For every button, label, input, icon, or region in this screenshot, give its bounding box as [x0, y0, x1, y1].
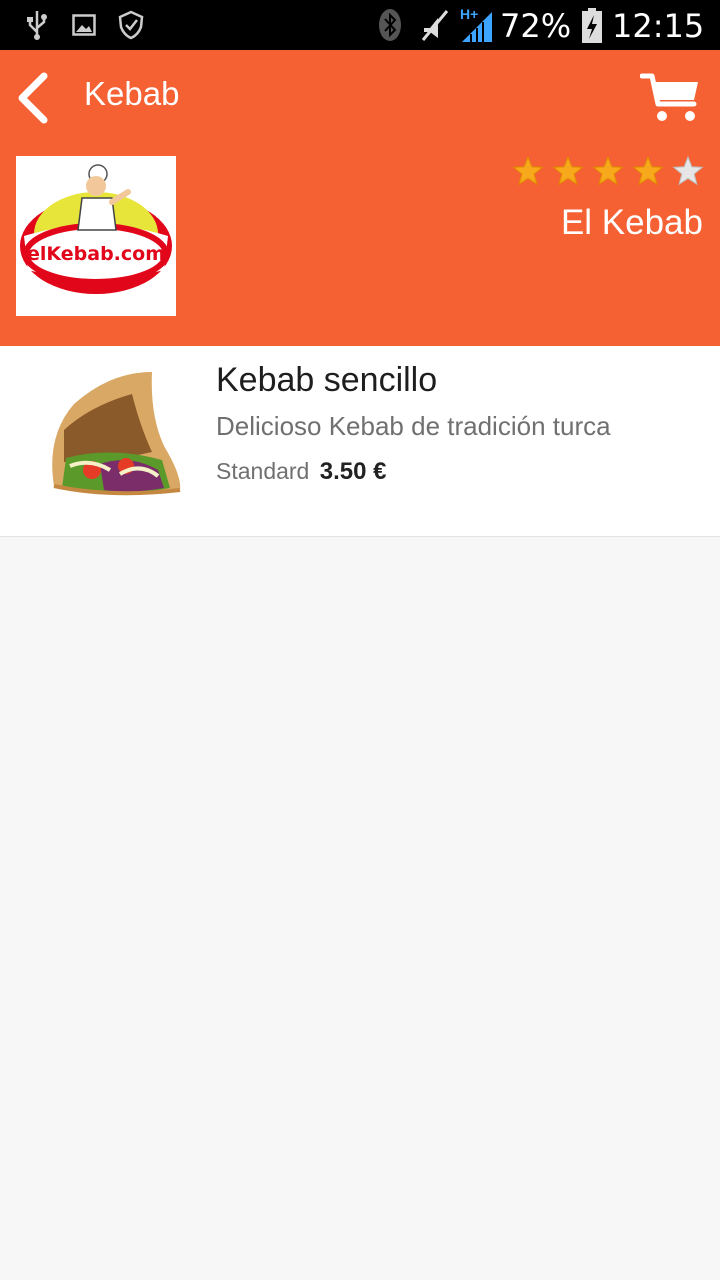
rating-stars: [512, 155, 704, 191]
price-row: Standard 3.50 €: [216, 456, 386, 487]
back-button[interactable]: [10, 70, 60, 126]
image-icon: [72, 14, 96, 36]
product-name: Kebab sencillo: [216, 361, 438, 399]
cart-icon: [639, 73, 698, 121]
product-price: 3.50 €: [319, 458, 387, 485]
star-filled-icon: [552, 155, 584, 186]
logo-wordmark: elKebab.com: [27, 243, 165, 265]
signal-icon: [462, 12, 492, 42]
product-description: Delicioso Kebab de tradición turca: [216, 411, 611, 441]
clock: 12:15: [612, 7, 705, 45]
cart-button[interactable]: [639, 70, 702, 126]
star-filled-icon: [592, 155, 624, 186]
battery-charging-icon: [582, 8, 602, 43]
star-filled-icon: [632, 155, 664, 186]
star-filled-icon: [512, 155, 544, 186]
product-item[interactable]: Kebab sencillo Delicioso Kebab de tradic…: [0, 346, 720, 537]
product-image: [52, 372, 181, 496]
app-bar: Kebab elKebab.com El Kebab: [0, 50, 720, 346]
page-title: Kebab: [84, 75, 180, 112]
bluetooth-icon: [379, 9, 401, 41]
battery-percent: 72%: [500, 7, 572, 45]
usb-icon: [27, 11, 47, 40]
restaurant-logo: elKebab.com: [16, 156, 176, 316]
chevron-left-icon: [18, 72, 48, 124]
product-size: Standard: [216, 458, 310, 484]
mute-icon: [421, 10, 449, 41]
status-bar: H+ 72% 12:15: [0, 0, 720, 50]
shield-icon: [118, 10, 144, 40]
star-empty-icon: [672, 155, 704, 186]
restaurant-name: El Kebab: [560, 203, 703, 242]
status-right-icons: H+ 72% 12:15: [378, 6, 708, 46]
